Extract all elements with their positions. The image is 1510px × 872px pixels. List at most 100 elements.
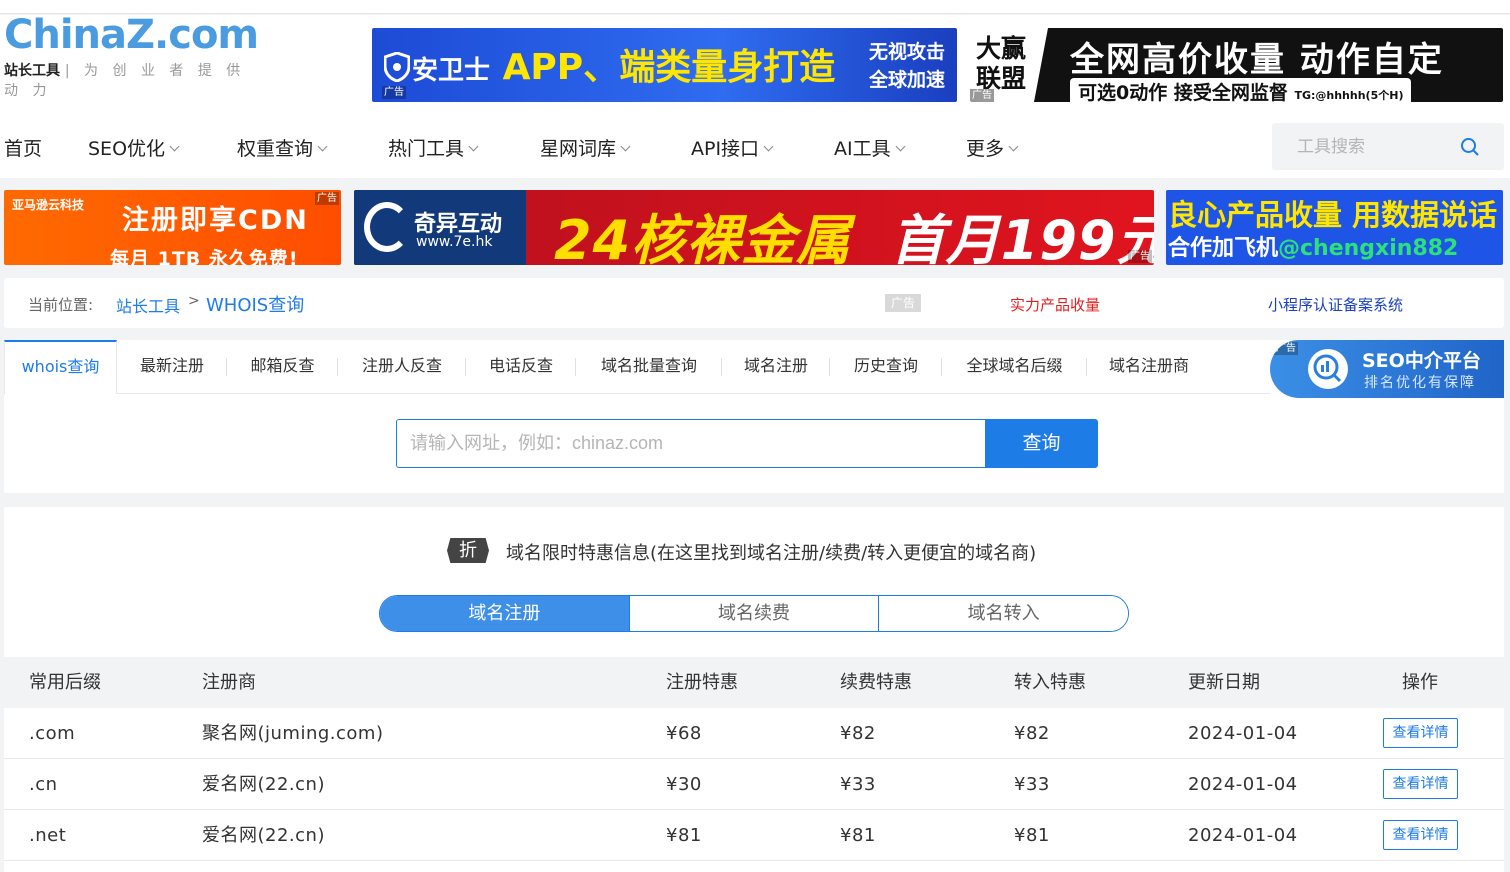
- chevron-down-icon: [468, 141, 479, 152]
- nav-seo[interactable]: SEO优化: [88, 134, 180, 161]
- ad6-title: SEO中介平台: [1362, 350, 1481, 372]
- segment-transfer[interactable]: 域名转入: [879, 596, 1128, 631]
- cell-date: 2024-01-04: [1188, 825, 1298, 846]
- breadcrumb-current[interactable]: WHOIS查询: [206, 291, 304, 317]
- nav-home[interactable]: 首页: [4, 134, 42, 161]
- breadcrumb-separator: >: [188, 293, 200, 309]
- ad2-contact: TG:@hhhhh(5个H): [1294, 89, 1404, 102]
- col-reg-price: 注册特惠: [666, 672, 738, 693]
- nav-more[interactable]: 更多: [966, 134, 1019, 161]
- chevron-down-icon: [169, 141, 180, 152]
- cell-renew-price: ¥82: [840, 723, 876, 744]
- cell-renew-price: ¥33: [840, 774, 876, 795]
- ad1-side-2: 全球加速: [868, 69, 945, 91]
- search-icon[interactable]: [1460, 137, 1480, 157]
- cell-suffix: .cn: [29, 774, 58, 795]
- ad4-title-b: 首月199元: [890, 209, 1154, 265]
- logo-text-china: China: [4, 12, 127, 58]
- ad3-title: 注册即享CDN: [122, 205, 309, 236]
- view-details-button[interactable]: 查看详情: [1383, 718, 1458, 748]
- ad-link-miniprogram[interactable]: 小程序认证备案系统: [1268, 294, 1403, 315]
- ad-banner-seo[interactable]: SEO中介平台 排名优化有保障 广告: [1270, 340, 1504, 398]
- nav-hot-tools[interactable]: 热门工具: [388, 134, 479, 161]
- nav-label: 星网词库: [540, 138, 617, 160]
- tab-latest-register[interactable]: 最新注册: [117, 340, 227, 394]
- tab-registrars[interactable]: 域名注册商: [1087, 340, 1211, 394]
- ad-tag: 广告: [1128, 250, 1152, 263]
- table-header: 常用后缀 注册商 注册特惠 续费特惠 转入特惠 更新日期 操作: [4, 657, 1504, 708]
- ad-tag: 广告: [970, 89, 994, 102]
- ad5-title: 良心产品收量 用数据说话: [1168, 198, 1498, 232]
- query-button[interactable]: 查询: [985, 419, 1098, 468]
- nav-ai-tools[interactable]: AI工具: [834, 134, 906, 161]
- col-registrar: 注册商: [202, 672, 256, 693]
- cell-transfer-price: ¥81: [1014, 825, 1050, 846]
- logo-wordmark: ChinaZ.com: [4, 12, 264, 58]
- cell-date: 2024-01-04: [1188, 774, 1298, 795]
- breadcrumb: 当前位置: 站长工具 > WHOIS查询 广告 实力产品收量 小程序认证备案系统: [4, 278, 1504, 328]
- nav-label: 更多: [966, 138, 1005, 160]
- cell-registrar: 爱名网(22.cn): [202, 825, 325, 846]
- ad2-brand: 大赢联盟: [976, 34, 1027, 93]
- ad1-title: 安卫士 APP、端类量身打造: [412, 38, 835, 90]
- ad-banner-7e[interactable]: 奇异互动 www.7e.hk 24核裸金属 首月199元 广告: [354, 190, 1154, 265]
- tool-tabs: whois查询 最新注册 邮箱反查 注册人反查 电话反查 域名批量查询 域名注册…: [4, 340, 1270, 394]
- cell-registrar: 聚名网(juming.com): [202, 723, 384, 744]
- logo-text-z: Z: [126, 12, 155, 58]
- nav-api[interactable]: API接口: [691, 134, 774, 161]
- tab-whois[interactable]: whois查询: [4, 340, 117, 394]
- view-details-button[interactable]: 查看详情: [1383, 769, 1458, 799]
- segment-renew[interactable]: 域名续费: [629, 596, 880, 631]
- tab-label: 邮箱反查: [250, 356, 315, 375]
- deal-type-switch: 域名注册 域名续费 域名转入: [379, 595, 1129, 632]
- nav-weight-query[interactable]: 权重查询: [237, 134, 328, 161]
- ad-banner-anweishi[interactable]: 安卫士 APP、端类量身打造 无视攻击 全球加速 广告: [372, 28, 957, 102]
- segment-register[interactable]: 域名注册: [380, 596, 630, 631]
- nav-keyword-lib[interactable]: 星网词库: [540, 134, 631, 161]
- tab-label: 域名批量查询: [600, 356, 697, 375]
- ad-tag: 广告: [382, 86, 406, 99]
- ad-banner-chengxin[interactable]: 良心产品收量 用数据说话 合作加飞机@chengxin882: [1166, 190, 1503, 265]
- tab-label: 最新注册: [139, 356, 204, 375]
- ad-banner-dayinglianmeng[interactable]: 大赢联盟 全网高价收量 动作自定 可选0动作 接受全网监督 TG:@hhhhh(…: [970, 28, 1503, 102]
- tab-registrant-reverse[interactable]: 注册人反查: [338, 340, 466, 394]
- cell-reg-price: ¥81: [666, 825, 702, 846]
- table-row: .cn 爱名网(22.cn) ¥30 ¥33 ¥33 2024-01-04 查看…: [4, 759, 1504, 810]
- ad1-brand: 安卫士: [412, 56, 491, 86]
- chinaz-logo[interactable]: ChinaZ.com 站长工具 | 为 创 业 者 提 供 动 力: [4, 12, 264, 99]
- tab-phone-reverse[interactable]: 电话反查: [466, 340, 576, 394]
- breadcrumb-home-link[interactable]: 站长工具: [116, 293, 180, 317]
- tab-batch-query[interactable]: 域名批量查询: [576, 340, 722, 394]
- ad5-sub: 合作加飞机@chengxin882: [1168, 230, 1458, 262]
- domain-query-input[interactable]: [396, 419, 986, 468]
- domain-deals-panel: 折 域名限时特惠信息(在这里找到域名注册/续费/转入更便宜的域名商) 域名注册 …: [4, 507, 1504, 872]
- view-details-button[interactable]: 查看详情: [1383, 820, 1458, 850]
- deals-info-text: 域名限时特惠信息(在这里找到域名注册/续费/转入更便宜的域名商): [506, 543, 1037, 564]
- cell-reg-price: ¥30: [666, 774, 702, 795]
- chevron-down-icon: [620, 141, 631, 152]
- tab-domain-register[interactable]: 域名注册: [722, 340, 830, 394]
- ad-link-product[interactable]: 实力产品收量: [1010, 294, 1100, 315]
- tab-label: 历史查询: [853, 356, 918, 375]
- cell-reg-price: ¥68: [666, 723, 702, 744]
- nav-label: 热门工具: [388, 138, 465, 160]
- tab-label: 全球域名后缀: [966, 356, 1063, 375]
- logo-subtitle: 站长工具 | 为 创 业 者 提 供 动 力: [4, 60, 264, 100]
- tool-search: [1272, 123, 1504, 170]
- ad-banner-aws[interactable]: 亚马逊云科技 注册即享CDN 每月 1TB 永久免费! 广告: [4, 190, 341, 265]
- ad5-sub-a: 合作加飞机: [1168, 236, 1279, 261]
- tool-search-input[interactable]: [1272, 123, 1457, 170]
- ad4-url: www.7e.hk: [416, 234, 493, 250]
- tab-label: 域名注册: [743, 356, 808, 375]
- table-row: .com 聚名网(juming.com) ¥68 ¥82 ¥82 2024-01…: [4, 708, 1504, 759]
- tab-email-reverse[interactable]: 邮箱反查: [227, 340, 338, 394]
- chevron-down-icon: [895, 141, 906, 152]
- ad2-sub-text: 可选0动作 接受全网监督: [1078, 82, 1288, 102]
- brand-logo-icon: [364, 202, 410, 252]
- nav-label: 权重查询: [237, 138, 314, 160]
- tab-global-suffix[interactable]: 全球域名后缀: [942, 340, 1087, 394]
- tab-history[interactable]: 历史查询: [830, 340, 942, 394]
- chevron-down-icon: [1008, 141, 1019, 152]
- ad2-sub: 可选0动作 接受全网监督 TG:@hhhhh(5个H): [1070, 78, 1412, 102]
- cell-registrar: 爱名网(22.cn): [202, 774, 325, 795]
